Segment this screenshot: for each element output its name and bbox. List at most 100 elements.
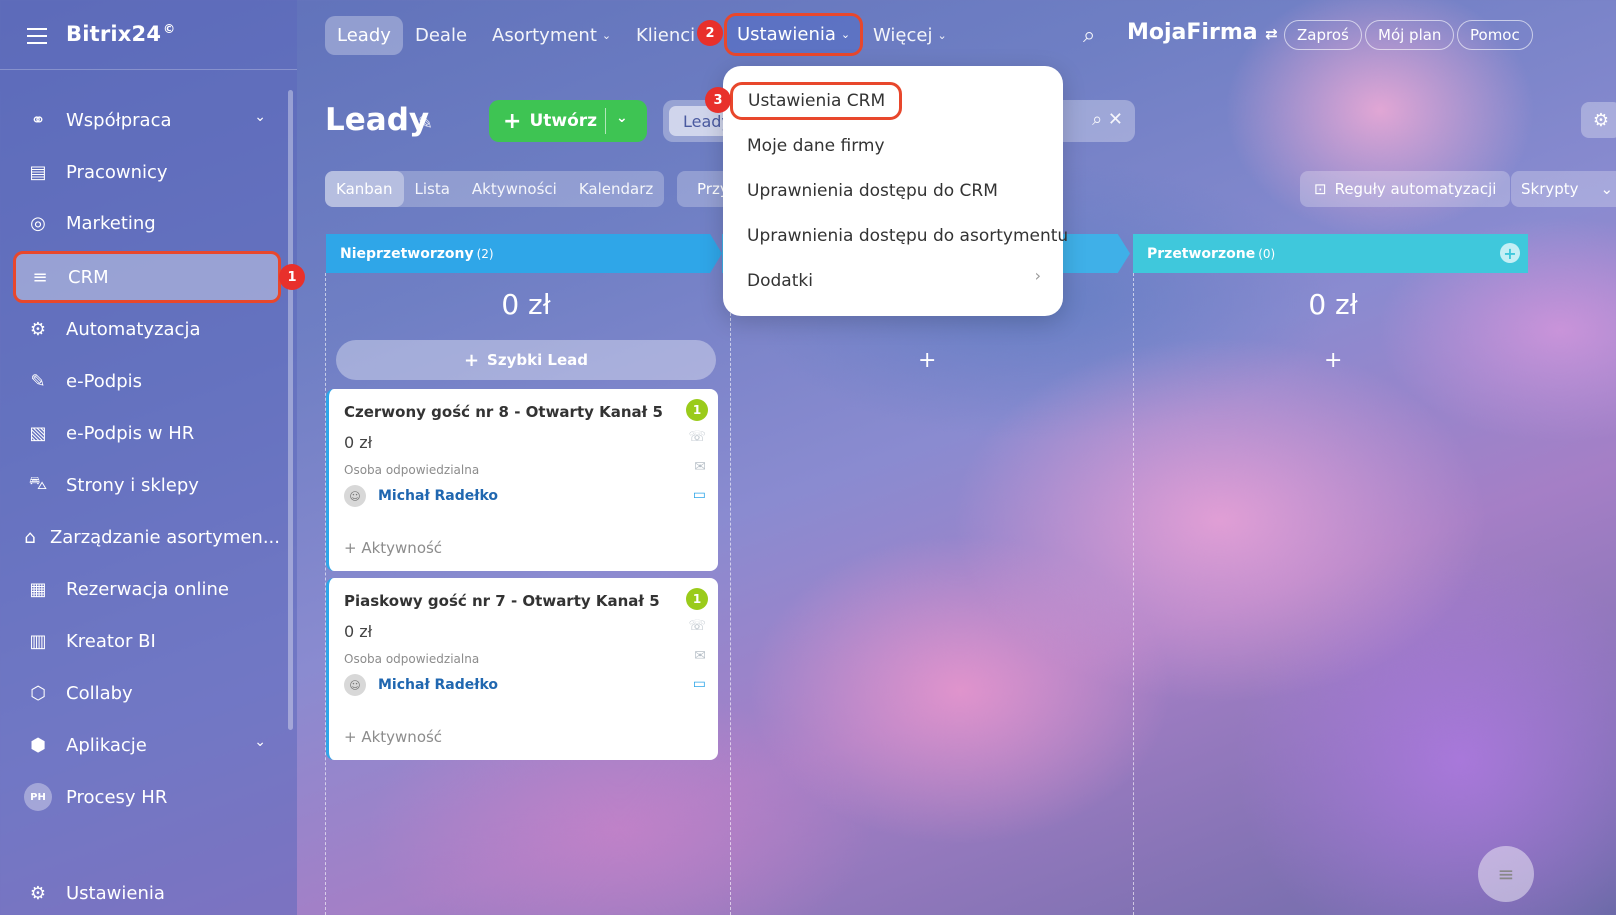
hr-process-icon: PH	[24, 783, 52, 811]
menu-item-addons[interactable]: Dodatki	[747, 271, 813, 291]
tab-label: Deale	[415, 25, 468, 46]
sidebar-item-hr-processes[interactable]: PH Procesy HR	[14, 774, 280, 820]
sidebar-item-apps[interactable]: ⬢ Aplikacje ⌄	[14, 722, 280, 768]
scripts-button[interactable]: Skrypty ⌄	[1511, 171, 1616, 207]
sidebar-item-collaby[interactable]: ⬡ Collaby	[14, 670, 280, 716]
tab-deals[interactable]: Deale	[415, 16, 467, 55]
sidebar-item-label: e-Podpis w HR	[66, 422, 195, 444]
sidebar-scrollbar[interactable]	[288, 90, 293, 730]
sidebar-item-label: Collaby	[66, 682, 133, 704]
card-user[interactable]: ☺ Michał Radełko	[344, 485, 498, 507]
tab-clients[interactable]: Klienci	[636, 16, 695, 55]
menu-item-crm-permissions[interactable]: Uprawnienia dostępu do CRM	[747, 181, 998, 201]
plus-icon: +	[503, 108, 522, 134]
my-plan-button[interactable]: Mój plan	[1365, 20, 1455, 50]
company-name[interactable]: MojaFirma ⇄	[1127, 20, 1278, 45]
sidebar-item-collaboration[interactable]: ⚭ Współpraca ⌄	[14, 97, 280, 143]
logo-row: Bitrix24 ©	[0, 0, 297, 70]
view-activities[interactable]: Aktywności	[461, 171, 568, 207]
column-count: (0)	[1258, 246, 1276, 261]
chevron-down-icon[interactable]: ⌄	[616, 110, 628, 126]
sidebar-item-crm[interactable]: ≡ CRM	[13, 251, 281, 303]
sidebar-item-label: Strony i sklepy	[66, 474, 199, 496]
menu-item-crm-settings[interactable]: Ustawienia CRM	[730, 82, 903, 120]
automation-rules-button[interactable]: ⊡ Reguły automatyzacji	[1300, 171, 1511, 207]
tab-settings[interactable]: Ustawienia ⌄	[724, 13, 864, 56]
sidebar-item-sites[interactable]: ⛍ Strony i sklepy	[14, 462, 280, 508]
card-user[interactable]: ☺ Michał Radełko	[344, 674, 498, 696]
sidebar-item-label: Ustawienia	[66, 882, 165, 904]
sign-icon: ✎	[30, 370, 46, 392]
sidebar-item-booking[interactable]: ▦ Rezerwacja online	[14, 566, 280, 612]
menu-item-company-data[interactable]: Moje dane firmy	[747, 136, 885, 156]
chat-icon[interactable]: ▭	[693, 487, 706, 503]
pin-icon[interactable]: ✎	[418, 113, 433, 134]
view-calendar[interactable]: Kalendarz	[568, 171, 664, 207]
add-item-icon[interactable]: +	[918, 348, 936, 373]
sidebar-item-marketing[interactable]: ◎ Marketing	[14, 200, 280, 246]
lead-card[interactable]: Czerwony gość nr 8 - Otwarty Kanał 5 0 z…	[326, 389, 718, 571]
page-title: Leady	[325, 102, 430, 138]
company-label: MojaFirma	[1127, 20, 1258, 45]
tab-catalog[interactable]: Asortyment ⌄	[492, 16, 611, 55]
sidebar-item-label: Współpraca	[66, 109, 172, 131]
view-kanban[interactable]: Kanban	[325, 171, 404, 207]
phone-icon[interactable]: ☏	[688, 618, 706, 634]
add-stage-icon[interactable]: +	[1500, 243, 1520, 263]
column-name: Przetworzone	[1147, 245, 1256, 262]
mail-icon[interactable]: ✉	[694, 459, 706, 475]
column-header-new[interactable]: Nieprzetworzony (2)	[326, 234, 722, 273]
card-title[interactable]: Piaskowy gość nr 7 - Otwarty Kanał 5	[344, 592, 660, 610]
sidebar-item-settings[interactable]: ⚙ Ustawienia	[14, 870, 280, 915]
phone-icon[interactable]: ☏	[688, 429, 706, 445]
logo[interactable]: Bitrix24 ©	[66, 22, 175, 46]
collaby-icon: ⬡	[30, 682, 46, 704]
tab-leads[interactable]: Leady	[325, 16, 403, 55]
automation-icon: ⚙	[29, 318, 47, 340]
sidebar-item-label: Rezerwacja online	[66, 578, 230, 600]
sidebar-item-inventory[interactable]: ⌂ Zarządzanie asortymen...	[14, 514, 280, 560]
view-switcher: Kanban Lista Aktywności Kalendarz	[325, 171, 665, 207]
sliders-icon: ⇄	[1265, 25, 1278, 43]
chevron-down-icon: ⌄	[937, 29, 947, 42]
card-title[interactable]: Czerwony gość nr 8 - Otwarty Kanał 5	[344, 403, 663, 421]
chevron-down-icon: ⌄	[601, 29, 612, 42]
view-extra[interactable]: Przy	[677, 171, 729, 207]
create-button[interactable]: + Utwórz ⌄	[489, 100, 647, 142]
step-badge-1: 1	[279, 264, 305, 290]
search-close-icon[interactable]: ⌕ ✕	[1092, 109, 1123, 130]
add-activity-link[interactable]: + Aktywność	[344, 728, 442, 746]
invite-button[interactable]: Zaproś	[1284, 20, 1362, 50]
hamburger-menu-icon[interactable]	[27, 28, 47, 44]
quick-lead-button[interactable]: + Szybki Lead	[336, 340, 716, 380]
menu-item-catalog-permissions[interactable]: Uprawnienia dostępu do asortymentu	[747, 226, 1068, 246]
bi-chart-icon: ▥	[29, 630, 47, 652]
add-activity-link[interactable]: + Aktywność	[344, 539, 442, 557]
gear-icon[interactable]: ⚙	[1581, 102, 1616, 138]
chat-icon[interactable]: ▭	[693, 676, 706, 692]
card-responsible-label: Osoba odpowiedzialna	[344, 463, 480, 477]
mail-icon[interactable]: ✉	[694, 648, 706, 664]
tab-more[interactable]: Więcej ⌄	[873, 16, 947, 55]
sidebar-item-esign-hr[interactable]: ▧ e-Podpis w HR	[14, 410, 280, 456]
marketing-icon: ◎	[30, 212, 46, 234]
view-list[interactable]: Lista	[404, 171, 461, 207]
lead-card[interactable]: Piaskowy gość nr 7 - Otwarty Kanał 5 0 z…	[326, 578, 718, 760]
sidebar-item-employees[interactable]: ▤ Pracownicy	[14, 149, 280, 195]
sidebar-item-automation[interactable]: ⚙ Automatyzacja	[14, 306, 280, 352]
add-item-icon[interactable]: +	[1324, 348, 1342, 373]
sidebar-item-bi[interactable]: ▥ Kreator BI	[14, 618, 280, 664]
card-user-name: Michał Radełko	[378, 677, 499, 693]
tab-label: Ustawienia	[737, 24, 836, 45]
help-button[interactable]: Pomoc	[1457, 20, 1533, 50]
counter-badge: 1	[686, 588, 708, 610]
help-widget-icon[interactable]: ≡	[1478, 846, 1534, 902]
search-icon[interactable]: ⌕	[1083, 16, 1095, 55]
hr-sign-icon: ▧	[29, 422, 47, 444]
chevron-down-icon[interactable]: ⌄	[254, 734, 266, 750]
chevron-down-icon[interactable]: ⌄	[254, 109, 266, 125]
collab-icon: ⚭	[30, 109, 46, 131]
chevron-down-icon[interactable]: ⌄	[1601, 180, 1614, 198]
sidebar-item-esign[interactable]: ✎ e-Podpis	[14, 358, 280, 404]
column-header-processed[interactable]: Przetworzone (0) +	[1133, 234, 1528, 273]
